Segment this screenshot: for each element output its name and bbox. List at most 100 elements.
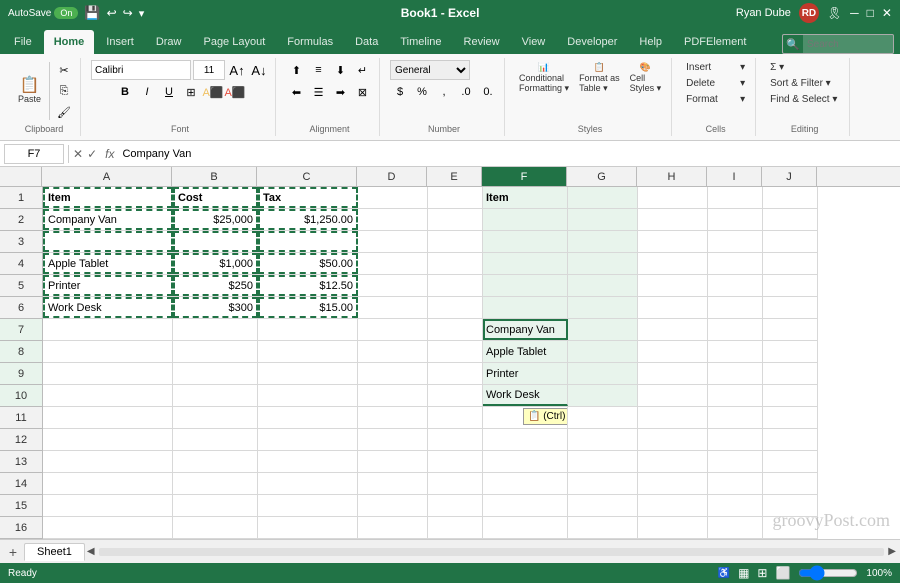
cell-d3[interactable]: [358, 231, 428, 252]
cell-e3[interactable]: [428, 231, 483, 252]
fill-color-button[interactable]: A⬛: [203, 82, 223, 102]
cell-reference-box[interactable]: [4, 144, 64, 164]
cell-i9[interactable]: [708, 363, 763, 384]
cell-e10[interactable]: [428, 385, 483, 406]
cell-d15[interactable]: [358, 495, 428, 516]
font-size-increase[interactable]: A↑: [227, 60, 247, 80]
view-page-layout-icon[interactable]: ⬜: [775, 566, 790, 580]
tab-file[interactable]: File: [4, 30, 42, 54]
tab-home[interactable]: Home: [44, 30, 95, 54]
delete-button[interactable]: Delete▾: [682, 76, 749, 91]
cell-b3[interactable]: [173, 231, 258, 252]
ribbon-display-icon[interactable]: 🎗: [827, 6, 842, 20]
align-right-button[interactable]: ➡: [331, 82, 351, 102]
view-normal-icon[interactable]: ▦: [738, 566, 749, 580]
col-header-d[interactable]: D: [357, 167, 427, 186]
cell-b8[interactable]: [173, 341, 258, 362]
cell-g4[interactable]: [568, 253, 638, 274]
align-center-button[interactable]: ☰: [309, 82, 329, 102]
cell-e11[interactable]: [428, 407, 483, 428]
cell-c16[interactable]: [258, 517, 358, 538]
cell-c8[interactable]: [258, 341, 358, 362]
row-header-10[interactable]: 10: [0, 385, 42, 407]
cell-j3[interactable]: [763, 231, 818, 252]
zoom-slider[interactable]: [798, 569, 858, 577]
cell-d7[interactable]: [358, 319, 428, 340]
scroll-right-icon[interactable]: ▶: [888, 546, 896, 557]
cell-d16[interactable]: [358, 517, 428, 538]
cell-i12[interactable]: [708, 429, 763, 450]
cell-c11[interactable]: [258, 407, 358, 428]
cell-h14[interactable]: [638, 473, 708, 494]
cell-j13[interactable]: [763, 451, 818, 472]
col-header-h[interactable]: H: [637, 167, 707, 186]
row-header-9[interactable]: 9: [0, 363, 42, 385]
row-header-7[interactable]: 7: [0, 319, 42, 341]
font-name-input[interactable]: [91, 60, 191, 80]
user-avatar[interactable]: RD: [799, 3, 819, 23]
cell-a1[interactable]: Item: [43, 187, 173, 208]
cell-styles-button[interactable]: 🎨 CellStyles ▾: [626, 60, 666, 96]
underline-button[interactable]: U: [159, 82, 179, 102]
cell-h1[interactable]: [638, 187, 708, 208]
cell-h4[interactable]: [638, 253, 708, 274]
cell-a12[interactable]: [43, 429, 173, 450]
add-sheet-button[interactable]: +: [4, 543, 22, 561]
merge-center-button[interactable]: ⊠: [353, 82, 373, 102]
more-commands-icon[interactable]: ▾: [139, 7, 145, 20]
cell-h10[interactable]: [638, 385, 708, 406]
italic-button[interactable]: I: [137, 82, 157, 102]
row-header-3[interactable]: 3: [0, 231, 42, 253]
cell-j10[interactable]: [763, 385, 818, 406]
cell-h9[interactable]: [638, 363, 708, 384]
minimize-icon[interactable]: ─: [850, 6, 859, 20]
cell-a15[interactable]: [43, 495, 173, 516]
cell-d6[interactable]: [358, 297, 428, 318]
confirm-icon[interactable]: ✓: [87, 147, 97, 161]
cell-b2[interactable]: $25,000: [173, 209, 258, 230]
col-header-g[interactable]: G: [567, 167, 637, 186]
tab-formulas[interactable]: Formulas: [277, 30, 343, 54]
cell-j15[interactable]: [763, 495, 818, 516]
cell-c13[interactable]: [258, 451, 358, 472]
cell-b15[interactable]: [173, 495, 258, 516]
conditional-formatting-button[interactable]: 📊 ConditionalFormatting ▾: [515, 60, 573, 96]
cell-a6[interactable]: Work Desk: [43, 297, 173, 318]
cell-f1[interactable]: Item: [483, 187, 568, 208]
cell-a8[interactable]: [43, 341, 173, 362]
cell-a3[interactable]: [43, 231, 173, 252]
col-header-c[interactable]: C: [257, 167, 357, 186]
cell-h13[interactable]: [638, 451, 708, 472]
cell-e4[interactable]: [428, 253, 483, 274]
cell-h2[interactable]: [638, 209, 708, 230]
cell-b1[interactable]: Cost: [173, 187, 258, 208]
formula-input[interactable]: [122, 144, 896, 164]
cell-c7[interactable]: [258, 319, 358, 340]
cell-c4[interactable]: $50.00: [258, 253, 358, 274]
cell-b6[interactable]: $300: [173, 297, 258, 318]
col-header-e[interactable]: E: [427, 167, 482, 186]
number-format-select[interactable]: General Number Currency: [390, 60, 470, 80]
cell-g14[interactable]: [568, 473, 638, 494]
cell-i3[interactable]: [708, 231, 763, 252]
cell-j14[interactable]: [763, 473, 818, 494]
cell-g12[interactable]: [568, 429, 638, 450]
align-left-button[interactable]: ⬅: [287, 82, 307, 102]
corner-cell[interactable]: [0, 167, 42, 186]
cell-d4[interactable]: [358, 253, 428, 274]
cell-j11[interactable]: [763, 407, 818, 428]
cell-i11[interactable]: [708, 407, 763, 428]
cell-d1[interactable]: [358, 187, 428, 208]
format-button[interactable]: Format▾: [682, 92, 749, 107]
tab-help[interactable]: Help: [629, 30, 672, 54]
col-header-b[interactable]: B: [172, 167, 257, 186]
align-top-button[interactable]: ⬆: [287, 60, 307, 80]
cancel-icon[interactable]: ✕: [73, 147, 83, 161]
cell-b16[interactable]: [173, 517, 258, 538]
cell-g11[interactable]: [568, 407, 638, 428]
cell-f13[interactable]: [483, 451, 568, 472]
cell-i2[interactable]: [708, 209, 763, 230]
cell-g9[interactable]: [568, 363, 638, 384]
sheet-tab-sheet1[interactable]: Sheet1: [24, 543, 85, 561]
scroll-left-icon[interactable]: ◀: [87, 546, 95, 557]
